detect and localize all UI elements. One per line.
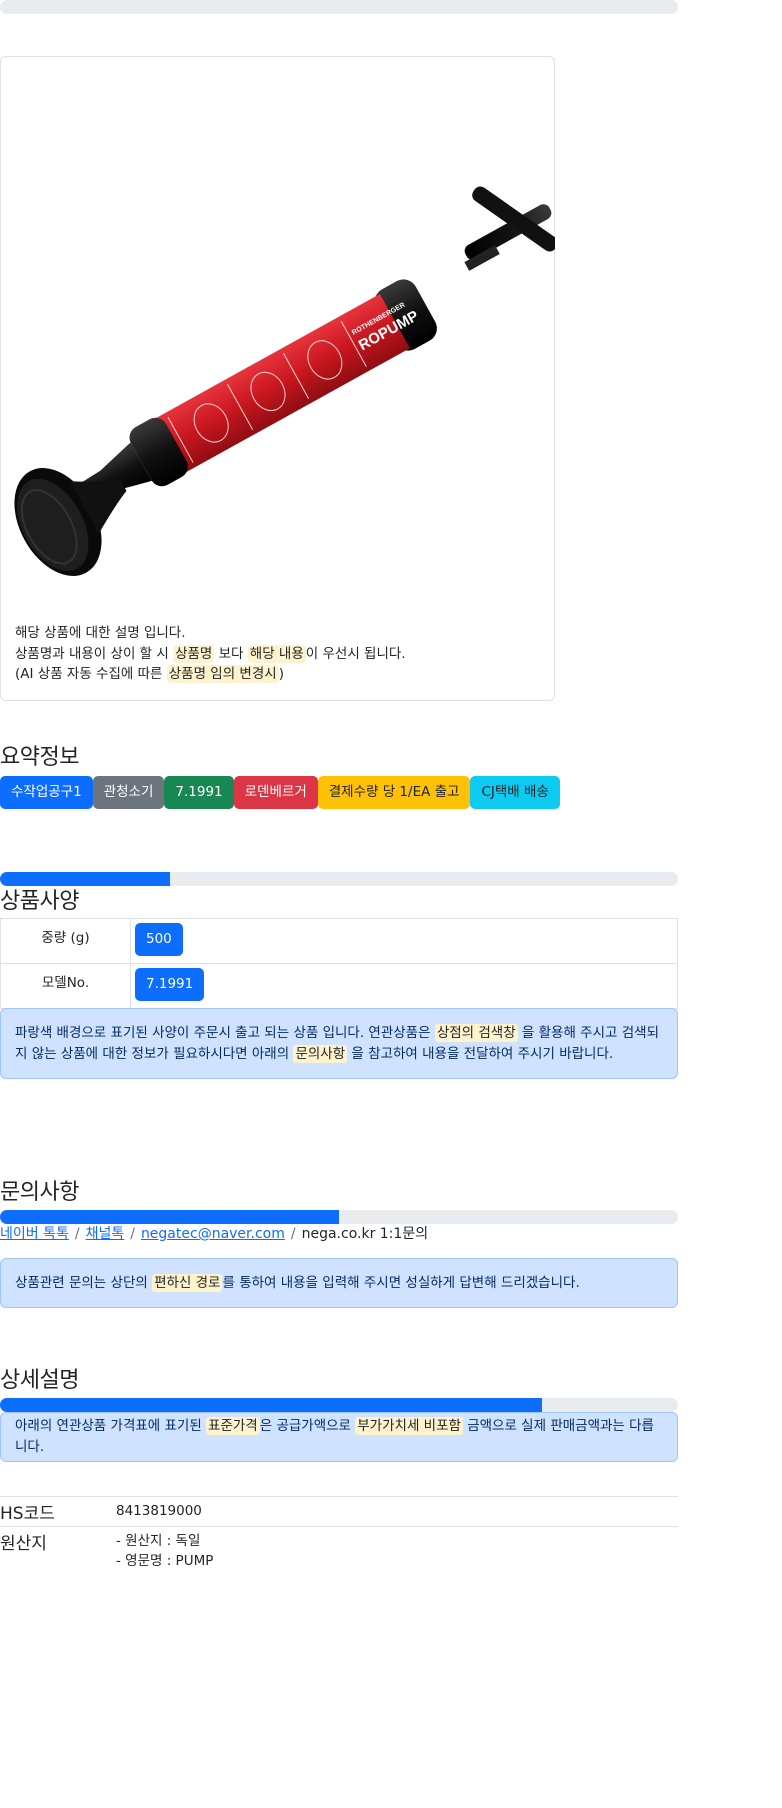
summary-badges: 수작업공구1 관청소기 7.1991 로덴베르거 결제수량 당 1/EA 출고 CJ택배 … bbox=[0, 776, 560, 809]
site-inquiry-text: nega.co.kr 1:1문의 bbox=[301, 1226, 429, 1242]
spec-label: 중량 (g) bbox=[0, 918, 131, 964]
summary-badge[interactable]: CJ택배 배송 bbox=[470, 776, 560, 809]
notice-text: 을 참고하여 내용을 전달하여 주시기 바랍니다. bbox=[347, 1045, 614, 1062]
highlight-route: 편하신 경로 bbox=[152, 1273, 223, 1292]
origin-country: - 원산지 : 독일 bbox=[116, 1533, 201, 1549]
origin-label: 원산지 bbox=[0, 1534, 47, 1554]
separator: / bbox=[130, 1226, 135, 1242]
hs-code-label: HS코드 bbox=[0, 1504, 55, 1524]
separator: / bbox=[74, 1226, 80, 1242]
highlight-vat-excluded: 부가가치세 비포함 bbox=[355, 1417, 463, 1435]
description-line-2: 상품명과 내용이 상이 할 시 상품명 보다 해당 내용 이 우선시 됩니다. bbox=[15, 644, 406, 665]
notice-text: 아래의 연관상품 가격표에 표기된 bbox=[15, 1418, 207, 1434]
highlight-inquiry: 문의사항 bbox=[293, 1044, 348, 1063]
description-text: 해당 상품에 대한 설명 입니다. bbox=[15, 625, 186, 641]
naver-talk-link[interactable]: 네이버 톡톡 bbox=[0, 1226, 69, 1242]
origin-row: 원산지 - 원산지 : 독일 - 영문명 : PUMP bbox=[0, 1526, 678, 1576]
origin-english-name: - 영문명 : PUMP bbox=[116, 1553, 214, 1569]
detail-progress-bar bbox=[0, 1398, 678, 1412]
summary-badge[interactable]: 수작업공구1 bbox=[0, 776, 93, 809]
summary-badge[interactable]: 로덴베르거 bbox=[233, 776, 318, 809]
email-link[interactable]: negatec@naver.com bbox=[141, 1226, 285, 1242]
spec-row-model: 모델No. 7.1991 bbox=[0, 963, 678, 1009]
detail-notice: 아래의 연관상품 가격표에 표기된 표준가격 은 공급가액으로 부가가치세 비포함… bbox=[0, 1412, 678, 1462]
inquiry-progress-fill bbox=[0, 1210, 339, 1224]
specs-notice: 파랑색 배경으로 표기된 사양이 주문시 출고 되는 상품 입니다. 연관상품은… bbox=[0, 1008, 678, 1079]
top-progress-bar bbox=[0, 0, 678, 14]
notice-text: 상품관련 문의는 상단의 bbox=[15, 1274, 153, 1291]
summary-badge[interactable]: 관청소기 bbox=[92, 776, 165, 809]
highlight-content: 해당 내용 bbox=[247, 644, 306, 663]
description-text: (AI 상품 자동 수집에 따른 bbox=[15, 666, 167, 682]
description-text: 상품명과 내용이 상이 할 시 bbox=[15, 645, 174, 662]
separator: / bbox=[290, 1226, 296, 1242]
product-image[interactable]: ROTHENBERGER ROPUMP bbox=[3, 117, 555, 597]
summary-badge[interactable]: 7.1991 bbox=[164, 776, 234, 809]
highlight-standard-price: 표준가격 bbox=[206, 1417, 260, 1435]
spec-label: 모델No. bbox=[0, 963, 131, 1009]
inquiry-notice: 상품관련 문의는 상단의 편하신 경로 를 통하여 내용을 입력해 주시면 성실하… bbox=[0, 1258, 678, 1308]
spec-value-badge[interactable]: 500 bbox=[135, 923, 183, 956]
detail-notice-text: 아래의 연관상품 가격표에 표기된 표준가격 은 공급가액으로 부가가치세 비포함… bbox=[15, 1416, 663, 1458]
product-description: 해당 상품에 대한 설명 입니다. 상품명과 내용이 상이 할 시 상품명 보다… bbox=[15, 623, 406, 685]
origin-value: - 원산지 : 독일 - 영문명 : PUMP bbox=[116, 1531, 213, 1571]
inquiry-title: 문의사항 bbox=[0, 1180, 79, 1205]
description-line-1: 해당 상품에 대한 설명 입니다. bbox=[15, 623, 406, 644]
highlight-product-name: 상품명 bbox=[173, 644, 215, 663]
hs-code-row: HS코드 8413819000 bbox=[0, 1496, 678, 1526]
spec-value-cell: 7.1991 bbox=[130, 963, 678, 1009]
notice-text: 파랑색 배경으로 표기된 사양이 주문시 출고 되는 상품 입니다. 연관상품은 bbox=[15, 1024, 435, 1041]
summary-title: 요약정보 bbox=[0, 745, 79, 770]
spec-value-cell: 500 bbox=[130, 918, 678, 964]
spec-table: 중량 (g) 500 모델No. 7.1991 bbox=[0, 918, 678, 1009]
highlight-rename: 상품명 임의 변경시 bbox=[166, 665, 279, 683]
specs-progress-bar bbox=[0, 872, 678, 886]
hs-code-value: 8413819000 bbox=[116, 1503, 202, 1519]
contact-links: 네이버 톡톡 / 채널톡 / negatec@naver.com / nega.co.kr … bbox=[0, 1223, 428, 1243]
product-card: ROTHENBERGER ROPUMP 해당 상품에 대한 설명 입니다. 상품… bbox=[0, 56, 555, 701]
detail-progress-fill bbox=[0, 1398, 543, 1412]
detail-title: 상세설명 bbox=[0, 1368, 79, 1393]
specs-title: 상품사양 bbox=[0, 889, 79, 914]
description-text: ) bbox=[278, 666, 284, 682]
description-line-3: (AI 상품 자동 수집에 따른 상품명 임의 변경시) bbox=[15, 664, 406, 685]
spec-value-badge[interactable]: 7.1991 bbox=[135, 968, 205, 1001]
specs-notice-text: 파랑색 배경으로 표기된 사양이 주문시 출고 되는 상품 입니다. 연관상품은… bbox=[15, 1023, 663, 1065]
notice-text: 은 공급가액으로 bbox=[259, 1418, 356, 1434]
notice-text: 를 통하여 내용을 입력해 주시면 성실하게 답변해 드리겠습니다. bbox=[222, 1274, 580, 1291]
inquiry-progress-bar bbox=[0, 1210, 678, 1224]
inquiry-notice-text: 상품관련 문의는 상단의 편하신 경로 를 통하여 내용을 입력해 주시면 성실하… bbox=[15, 1273, 580, 1294]
spec-row-weight: 중량 (g) 500 bbox=[0, 918, 678, 964]
highlight-search: 상점의 검색창 bbox=[434, 1023, 518, 1042]
summary-badge[interactable]: 결제수량 당 1/EA 출고 bbox=[317, 776, 471, 809]
description-text: 이 우선시 됩니다. bbox=[305, 645, 406, 662]
channel-talk-link[interactable]: 채널톡 bbox=[86, 1226, 125, 1242]
description-text: 보다 bbox=[214, 645, 248, 662]
